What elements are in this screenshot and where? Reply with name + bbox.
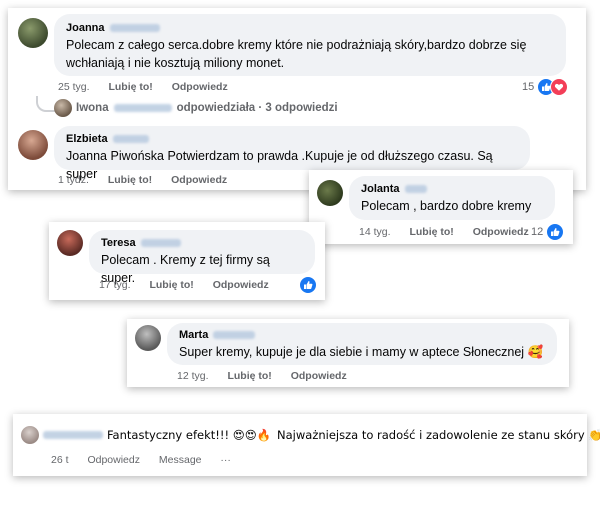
comment-author[interactable]: Teresa: [101, 237, 303, 249]
comment-actions: 26 t Odpowiedz Message ···: [51, 454, 247, 466]
like-button[interactable]: Lubię to!: [108, 174, 152, 186]
reply-author: Iwona: [76, 102, 109, 114]
comment-text: Super kremy, kupuje je dla siebie i mamy…: [179, 345, 544, 359]
avatar[interactable]: [57, 230, 83, 256]
blurred-surname: [140, 239, 181, 248]
like-button[interactable]: Lubię to!: [227, 370, 271, 382]
comment-actions: 25 tyg. Lubię to! Odpowiedz: [58, 81, 244, 93]
avatar[interactable]: [18, 130, 48, 160]
avatar: [54, 99, 72, 117]
view-replies-link[interactable]: Iwona odpowiedziała · 3 odpowiedzi: [54, 99, 338, 117]
avatar[interactable]: [21, 426, 39, 444]
comment-bubble: Joanna Polecam z całego serca.dobre krem…: [54, 14, 566, 76]
more-options-icon[interactable]: ···: [220, 454, 231, 466]
message-button[interactable]: Message: [159, 454, 202, 466]
timestamp[interactable]: 17 tyg.: [99, 279, 131, 291]
timestamp[interactable]: 12 tyg.: [177, 370, 209, 382]
reaction-summary[interactable]: 15: [522, 78, 569, 96]
timestamp[interactable]: 26 t: [51, 454, 69, 466]
comment-actions: 14 tyg. Lubię to! Odpowiedz: [359, 226, 545, 238]
comment-card-marta: Marta Super kremy, kupuje je dla siebie …: [127, 319, 569, 387]
reply-button[interactable]: Odpowiedz: [473, 226, 529, 238]
timestamp[interactable]: 14 tyg.: [359, 226, 391, 238]
comment-card-teresa: Teresa Polecam . Kremy z tej firmy są su…: [49, 222, 325, 300]
like-button[interactable]: Lubię to!: [149, 279, 193, 291]
comment-bubble: Elzbieta Joanna Piwońska Potwierdzam to …: [54, 126, 530, 181]
comment-text: Najważniejsza to radość i zadowolenie ze…: [277, 428, 600, 442]
like-button[interactable]: Lubię to!: [108, 81, 152, 93]
replies-connector: [36, 96, 56, 112]
reply-button[interactable]: Odpowiedz: [171, 174, 227, 186]
comment-bubble: Marta Super kremy, kupuje je dla siebie …: [167, 323, 557, 365]
replies-count: odpowiedziała · 3 odpowiedzi: [176, 102, 338, 114]
comment-author[interactable]: Joanna: [66, 22, 554, 34]
heart-icon: [550, 78, 569, 96]
reaction-count: 12: [531, 226, 544, 238]
like-icon: [299, 276, 317, 294]
comment-text: Fantastyczny efekt!!! 😍😍🔥: [107, 428, 272, 442]
comment-author[interactable]: Elzbieta: [66, 133, 518, 145]
blurred-surname: [404, 185, 427, 194]
blurred-surname: [113, 104, 172, 112]
reply-button[interactable]: Odpowiedz: [87, 454, 140, 466]
reply-button[interactable]: Odpowiedz: [291, 370, 347, 382]
reaction-count: 15: [522, 81, 535, 93]
comment-bubble: Jolanta Polecam , bardzo dobre kremy: [349, 176, 555, 220]
like-button[interactable]: Lubię to!: [409, 226, 453, 238]
timestamp[interactable]: 25 tyg.: [58, 81, 90, 93]
blurred-surname: [213, 331, 256, 340]
avatar[interactable]: [135, 325, 161, 351]
comment-bubble: Teresa Polecam . Kremy z tej firmy są su…: [89, 230, 315, 285]
blurred-surname: [109, 24, 160, 33]
reply-button[interactable]: Odpowiedz: [172, 81, 228, 93]
comment-text: Polecam , bardzo dobre kremy: [361, 199, 532, 213]
timestamp[interactable]: 1 tydz.: [58, 174, 89, 186]
comment-card-joanna: Joanna Polecam z całego serca.dobre krem…: [8, 8, 586, 190]
avatar[interactable]: [18, 18, 48, 48]
reaction-summary[interactable]: 12: [531, 223, 565, 241]
blurred-author[interactable]: [43, 431, 103, 439]
reaction-summary[interactable]: [299, 276, 317, 294]
comment-author[interactable]: Jolanta: [361, 183, 543, 195]
comment-actions: 12 tyg. Lubię to! Odpowiedz: [177, 370, 363, 382]
reply-button[interactable]: Odpowiedz: [213, 279, 269, 291]
comment-card-anonymous: Fantastyczny efekt!!! 😍😍🔥 Najważniejsza …: [13, 414, 600, 476]
comment-body: Fantastyczny efekt!!! 😍😍🔥 Najważniejsza …: [43, 428, 600, 442]
comment-actions: 1 tydz. Lubię to! Odpowiedz: [58, 174, 243, 186]
comment-text: wchłaniają i nie kosztują miliony monet.: [66, 56, 285, 70]
comment-text: Polecam z całego serca.dobre kremy które…: [66, 38, 527, 52]
comment-actions: 17 tyg. Lubię to! Odpowiedz: [99, 279, 285, 291]
comment-author[interactable]: Marta: [179, 329, 545, 341]
comment-card-jolanta: Jolanta Polecam , bardzo dobre kremy 14 …: [309, 170, 573, 244]
like-icon: [546, 223, 565, 241]
blurred-surname: [112, 135, 149, 144]
avatar[interactable]: [317, 180, 343, 206]
